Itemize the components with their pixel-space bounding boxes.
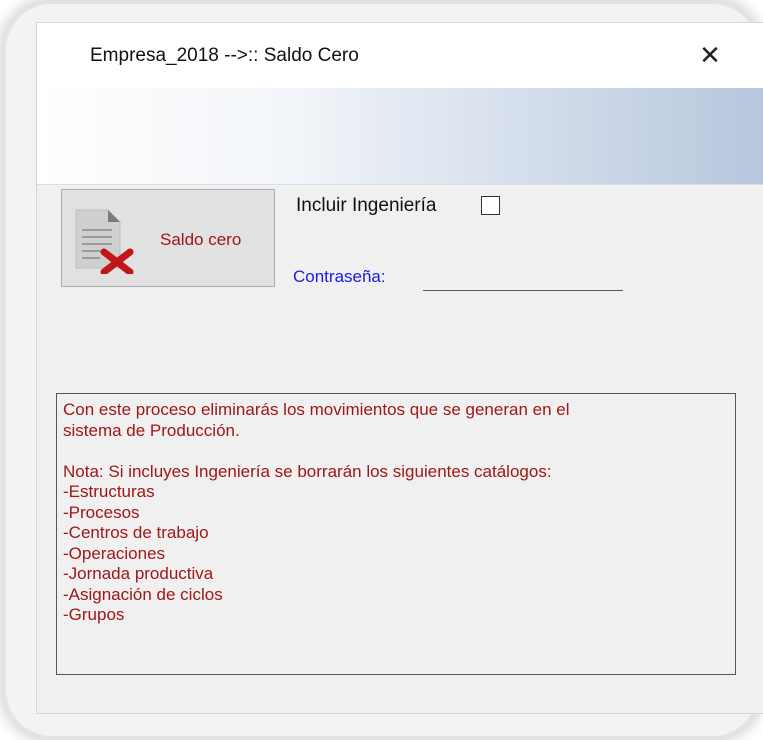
notes-line: Nota: Si incluyes Ingeniería se borrarán… <box>63 461 552 481</box>
saldo-cero-button[interactable]: Saldo cero <box>61 189 275 287</box>
include-engineering-label: Incluir Ingeniería <box>296 195 437 216</box>
notes-line: -Procesos <box>63 502 140 522</box>
notes-line: -Grupos <box>63 605 125 624</box>
title-bar[interactable]: Empresa_2018 -->:: Saldo Cero ✕ <box>37 23 763 88</box>
notes-line: -Centros de trabajo <box>63 523 209 542</box>
notes-line: -Estructuras <box>63 482 155 501</box>
notes-line: Con este proceso eliminarás los movimien… <box>63 400 570 419</box>
password-label: Contraseña: <box>293 267 386 286</box>
dialog-window: Empresa_2018 -->:: Saldo Cero ✕ Saldo ce… <box>36 22 763 714</box>
notes-line: sistema de Producción. <box>63 420 240 440</box>
close-icon[interactable]: ✕ <box>696 41 724 69</box>
notes-line: -Jornada productiva <box>63 564 214 583</box>
password-input[interactable] <box>423 263 623 291</box>
window-title: Empresa_2018 -->:: Saldo Cero <box>90 45 359 66</box>
saldo-cero-label: Saldo cero <box>160 230 242 249</box>
document-delete-icon <box>75 209 134 274</box>
header-banner <box>37 88 763 185</box>
info-notes-box: Con este proceso eliminarás los movimien… <box>56 393 736 675</box>
include-engineering-checkbox[interactable] <box>481 196 500 215</box>
notes-line: -Operaciones <box>63 543 166 563</box>
notes-line: -Asignación de ciclos <box>63 584 223 604</box>
notes-line <box>63 441 729 462</box>
